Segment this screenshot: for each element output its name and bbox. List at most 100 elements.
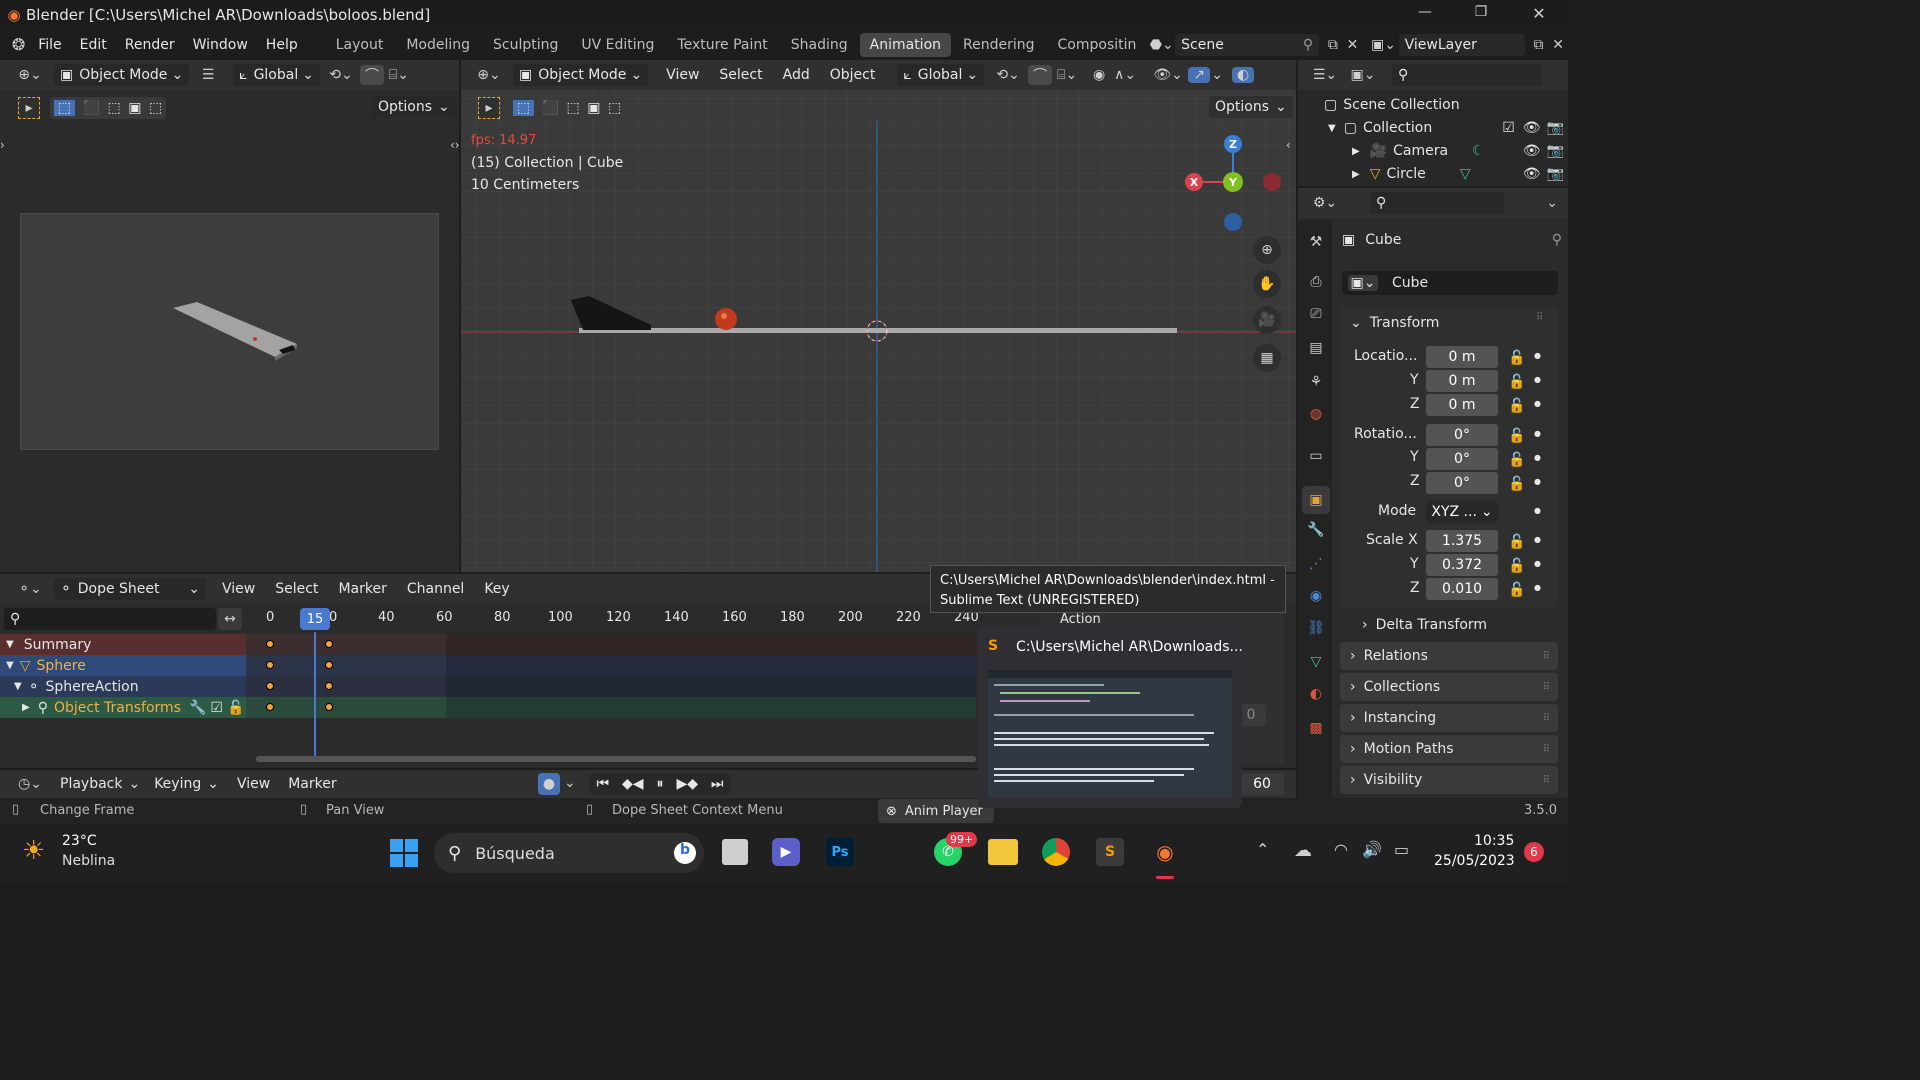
volume-icon[interactable]: 🔊	[1362, 840, 1382, 859]
clock-icon[interactable]: ◷⌄	[14, 776, 46, 792]
location-x-field[interactable]: 0 m	[1426, 346, 1498, 368]
select-tool-icon[interactable]: ▸	[18, 97, 40, 119]
playhead-indicator[interactable]: 15	[300, 608, 330, 630]
object-data-field[interactable]: ▣⌄ Cube	[1342, 271, 1558, 295]
keyframe-dot-icon[interactable]: ●	[1534, 399, 1541, 408]
task-view-icon[interactable]	[722, 839, 748, 865]
output-tab-icon[interactable]: ⎚	[1305, 306, 1327, 322]
battery-icon[interactable]: ▭	[1394, 840, 1409, 859]
outliner-row-circle[interactable]: ▶ ▽ Circle ▽ 👁 📷	[1352, 163, 1564, 185]
lock-icon[interactable]: 🔓	[1508, 398, 1525, 414]
rotation-mode-dropdown[interactable]: XYZ ... ⌄	[1426, 501, 1498, 523]
lock-icon[interactable]: 🔓	[1508, 534, 1525, 550]
swap-arrows-icon[interactable]: ↔	[218, 608, 242, 630]
drag-handle-icon[interactable]: ⠿	[1543, 713, 1550, 724]
zoom-icon[interactable]: ⊕	[1253, 236, 1281, 264]
keying-dropdown[interactable]: Keying ⌄	[148, 773, 225, 795]
select-new-icon[interactable]: ⬚	[512, 100, 534, 116]
left-mode-dropdown[interactable]: ▣ Object Mode ⌄	[54, 64, 190, 86]
editor-type-icon[interactable]: ⊕⌄	[14, 67, 46, 83]
left-camera-viewport[interactable]: ⊕⌄ ▣ Object Mode ⌄ ☰ ⟀ Global ⌄ ⟲⌄ ⌒ ⌸⌄ …	[0, 60, 460, 572]
tool-tab-icon[interactable]: ⚒	[1305, 234, 1327, 250]
visibility-panel[interactable]: › Visibility ⠿	[1340, 766, 1558, 794]
main-orient-dropdown[interactable]: ⟀ Global ⌄	[897, 64, 985, 86]
dope-mode-dropdown[interactable]: ⚬ Dope Sheet ⌄	[54, 578, 206, 600]
select-extend-icon[interactable]: ⬛	[542, 100, 559, 116]
keyframe[interactable]	[266, 640, 274, 648]
hamburger-icon[interactable]: ☰	[195, 67, 221, 83]
disclosure-triangle-icon[interactable]: ▼	[6, 639, 14, 650]
dope-menu-marker[interactable]: Marker	[338, 581, 386, 597]
tab-texture-paint[interactable]: Texture Paint	[677, 37, 767, 53]
modifier-tab-icon[interactable]: 🔧	[1305, 522, 1327, 538]
chevron-up-icon[interactable]: ⌃	[1256, 840, 1269, 859]
data-tab-icon[interactable]: ▽	[1305, 654, 1327, 670]
gizmo-toggle-icon[interactable]: ↗	[1188, 67, 1211, 83]
lock-icon[interactable]: 🔓	[1508, 350, 1525, 366]
tab-rendering[interactable]: Rendering	[963, 37, 1035, 53]
horizontal-scrollbar[interactable]	[256, 756, 976, 762]
select-invert-icon[interactable]: ▣	[587, 100, 600, 116]
channel-list-summary[interactable]: ▼ Summary	[0, 634, 246, 655]
rotation-z-field[interactable]: 0°	[1426, 472, 1498, 494]
keyframe-dot-icon[interactable]: ●	[1534, 506, 1541, 515]
keyframe[interactable]	[325, 703, 333, 711]
menu-edit[interactable]: Edit	[80, 37, 107, 53]
relations-panel[interactable]: › Relations ⠿	[1340, 642, 1558, 670]
scene-selector-icon[interactable]: ⬣⌄	[1148, 37, 1175, 53]
select-new-icon[interactable]: ⬚	[53, 100, 75, 116]
motion-paths-panel[interactable]: › Motion Paths ⠿	[1340, 735, 1558, 763]
keyframe[interactable]	[325, 682, 333, 690]
keyframe-dot-icon[interactable]: ●	[1534, 429, 1541, 438]
keyframe[interactable]	[325, 640, 333, 648]
collections-panel[interactable]: › Collections ⠿	[1340, 673, 1558, 701]
channel-list-sphere[interactable]: ▼ ▽ Sphere	[0, 655, 246, 676]
bing-icon[interactable]: b	[674, 842, 696, 864]
menu-render[interactable]: Render	[125, 37, 175, 53]
world-tab-icon[interactable]: ◍	[1305, 406, 1327, 422]
keyframe-dot-icon[interactable]: ●	[1534, 453, 1541, 462]
snap-icon[interactable]: ⌒	[1028, 65, 1053, 85]
end-frame-field[interactable]: 60	[1240, 773, 1284, 795]
scene-field[interactable]: Scene ⚲	[1175, 33, 1320, 56]
scale-x-field[interactable]: 1.375	[1426, 530, 1498, 552]
texture-tab-icon[interactable]: ▩	[1305, 720, 1327, 736]
playback-dropdown[interactable]: Playback ⌄	[54, 773, 146, 795]
select-subtract-icon[interactable]: ⬚	[566, 100, 579, 116]
properties-search-field[interactable]: ⚲	[1370, 192, 1504, 214]
prev-keyframe-icon[interactable]: ◆◀	[622, 776, 644, 792]
snap-target-icon[interactable]: ⌸⌄	[1052, 67, 1082, 83]
dope-menu-key[interactable]: Key	[484, 581, 509, 597]
clock-date[interactable]: 25/05/2023	[1434, 853, 1515, 869]
tab-sculpting[interactable]: Sculpting	[493, 37, 558, 53]
render-camera-icon[interactable]: 📷	[1547, 166, 1564, 182]
outliner-row-camera[interactable]: ▶ 🎥 Camera ☾ 👁 📷	[1352, 140, 1564, 162]
lock-icon[interactable]: 🔓	[1508, 428, 1525, 444]
eye-icon[interactable]: 👁	[1523, 143, 1541, 159]
viewlayer-icon[interactable]: ▣⌄	[1368, 37, 1398, 53]
dope-menu-select[interactable]: Select	[275, 581, 318, 597]
drag-handle-icon[interactable]: ⠿	[1543, 651, 1550, 662]
lock-icon[interactable]: 🔓	[1508, 476, 1525, 492]
drag-handle-icon[interactable]: ⠿	[1543, 744, 1550, 755]
chevron-down-icon[interactable]: ⌄	[564, 775, 576, 791]
pin-icon[interactable]: ⚲	[1303, 37, 1313, 53]
selection-mode-group[interactable]: ⬚ ⬛ ⬚ ▣ ⬚	[509, 97, 625, 119]
wifi-icon[interactable]: ◠	[1334, 840, 1348, 859]
navigation-gizmo[interactable]: Z X Y	[1181, 132, 1281, 232]
expand-left-arrow-icon[interactable]: ›	[0, 138, 5, 152]
sublime-text-icon[interactable]: S	[1096, 838, 1124, 866]
timeline-marker-menu[interactable]: Marker	[288, 776, 336, 792]
lock-icon[interactable]: 🔓	[1508, 452, 1525, 468]
drag-handle-icon[interactable]: ⠿	[1543, 775, 1550, 786]
menu-object[interactable]: Object	[830, 67, 876, 83]
taskbar-search[interactable]: ⚲ Búsqueda b	[434, 833, 704, 873]
select-extend-icon[interactable]: ⬛	[83, 100, 100, 116]
particles-tab-icon[interactable]: ⋰	[1305, 556, 1327, 572]
teams-icon[interactable]: ▶	[772, 838, 800, 866]
eye-icon[interactable]: 👁	[1523, 120, 1541, 136]
keyframe-dot-icon[interactable]: ●	[1534, 351, 1541, 360]
proportional-edit-icon[interactable]: ◉	[1088, 67, 1110, 83]
tab-compositing[interactable]: Compositin	[1058, 37, 1137, 53]
lock-icon[interactable]: 🔓	[1508, 558, 1525, 574]
